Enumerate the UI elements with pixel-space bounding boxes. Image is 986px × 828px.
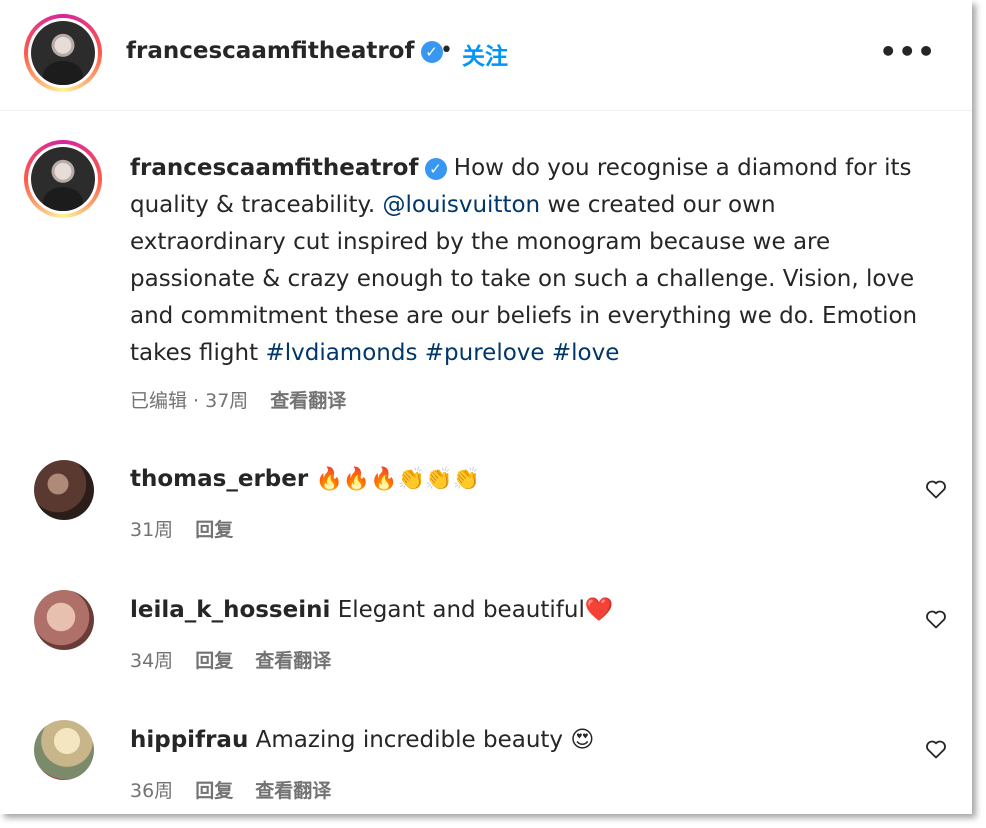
comment-body: Elegant and beautiful❤️: [337, 597, 614, 623]
verified-badge-icon: ✓: [424, 157, 447, 180]
hashtag-link[interactable]: #love: [552, 340, 620, 366]
comment-meta: 36周 回复 查看翻译: [130, 776, 331, 803]
heart-outline-icon[interactable]: [924, 737, 948, 761]
heart-outline-icon[interactable]: [924, 607, 948, 631]
mention-link[interactable]: @louisvuitton: [382, 192, 540, 218]
follow-button[interactable]: 关注: [462, 37, 508, 71]
reply-button[interactable]: 回复: [195, 519, 233, 541]
edited-timestamp: 已编辑 · 37周: [130, 390, 249, 412]
caption-username[interactable]: francescaamfitheatrof: [130, 155, 419, 181]
comment-text: leila_k_hosseini Elegant and beautiful❤️: [130, 596, 613, 623]
commenter-avatar[interactable]: [34, 590, 94, 650]
comment-timestamp: 34周: [130, 650, 174, 672]
see-translation-button[interactable]: 查看翻译: [255, 650, 331, 672]
hashtag-link[interactable]: #lvdiamonds: [265, 340, 417, 366]
post-caption: francescaamfitheatrof ✓ How do you recogn…: [130, 150, 930, 372]
commenter-avatar[interactable]: [34, 720, 94, 780]
comment-username[interactable]: leila_k_hosseini: [130, 597, 330, 623]
more-horizontal-icon[interactable]: •••: [879, 38, 936, 66]
post-header: francescaamfitheatrof ✓ • 关注 •••: [0, 0, 972, 111]
reply-button[interactable]: 回复: [195, 650, 233, 672]
comment-body: Amazing incredible beauty 😍: [255, 727, 595, 753]
separator-dot: •: [440, 38, 453, 63]
hashtag-link[interactable]: #purelove: [425, 340, 545, 366]
see-translation-button[interactable]: 查看翻译: [270, 390, 346, 412]
comment-timestamp: 36周: [130, 780, 174, 802]
comment-username[interactable]: hippifrau: [130, 727, 248, 753]
comment-text: thomas_erber 🔥🔥🔥👏👏👏: [130, 466, 480, 492]
header-username[interactable]: francescaamfitheatrof ✓: [126, 38, 443, 64]
caption-avatar-photo: [31, 147, 95, 211]
author-avatar-photo: [31, 21, 95, 85]
comment-timestamp: 31周: [130, 519, 174, 541]
post-detail-panel: francescaamfitheatrof ✓ • 关注 ••• francesc…: [0, 0, 972, 814]
comment-text: hippifrau Amazing incredible beauty 😍: [130, 727, 594, 753]
comment-meta: 34周 回复 查看翻译: [130, 646, 331, 673]
comment-meta: 31周 回复: [130, 515, 233, 542]
comment-username[interactable]: thomas_erber: [130, 466, 308, 492]
header-username-text[interactable]: francescaamfitheatrof: [126, 38, 415, 64]
comment-body: 🔥🔥🔥👏👏👏: [315, 467, 480, 492]
commenter-avatar[interactable]: [34, 460, 94, 520]
caption-meta: 已编辑 · 37周 查看翻译: [130, 386, 346, 413]
reply-button[interactable]: 回复: [195, 780, 233, 802]
heart-outline-icon[interactable]: [924, 477, 948, 501]
see-translation-button[interactable]: 查看翻译: [255, 780, 331, 802]
author-avatar[interactable]: [24, 14, 102, 92]
caption-author-avatar[interactable]: [24, 140, 102, 218]
